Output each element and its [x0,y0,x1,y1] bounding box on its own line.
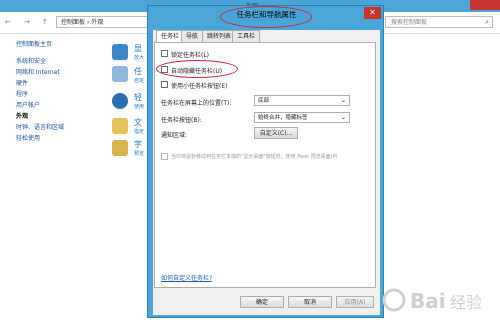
search-input[interactable]: 搜索控制面板 ⌕ [385,16,493,28]
tab-jump-lists[interactable]: 跳转列表 [202,30,237,42]
taskbar-buttons-label: 任务栏按钮(B): [161,117,202,124]
category-title-folder[interactable]: 文 [134,117,142,128]
tab-toolbars[interactable]: 工具栏 [232,30,261,42]
category-sub-display[interactable]: 放大 [134,54,144,61]
lock-taskbar-checkbox[interactable] [161,50,168,57]
nav-item-system[interactable]: 系统和安全 [16,57,106,67]
nav-item-ease-of-access[interactable]: 轻松使用 [16,134,106,144]
nav-item-users[interactable]: 用户帐户 [16,101,106,111]
window-close-button[interactable] [470,0,500,10]
category-title-display[interactable]: 显 [134,43,142,54]
forward-arrow-icon[interactable]: → [24,18,30,26]
taskbar-buttons-select[interactable]: 始终合并，隐藏标签 ⌄ [254,112,350,123]
close-icon[interactable]: ✕ [364,7,381,19]
nav-item-hardware[interactable]: 硬件 [16,79,106,89]
lock-taskbar-label[interactable]: 锁定任务栏(L) [171,50,209,59]
chevron-down-icon: ⌄ [340,114,346,121]
small-buttons-checkbox[interactable] [161,81,168,88]
ease-of-access-icon[interactable] [112,93,128,109]
title-highlight-ellipse [220,6,312,28]
category-sub-fonts[interactable]: 预览 [134,150,144,157]
tab-navigation[interactable]: 导航 [181,30,204,42]
notification-area-label: 通知区域: [161,132,188,139]
category-sub-ease[interactable]: 使用 [134,103,144,110]
location-label: 任务栏在屏幕上的位置(T): [161,100,232,107]
peek-checkbox[interactable] [161,153,168,160]
nav-item-appearance[interactable]: 外观 [16,112,106,122]
baidu-jingyan-watermark: Bai 经验 [382,288,482,313]
taskbar-icon[interactable] [112,66,128,82]
back-arrow-icon[interactable]: ← [5,18,11,26]
auto-hide-highlight-ellipse [156,60,238,78]
category-title-fonts[interactable]: 字 [134,139,142,150]
customize-button[interactable]: 自定义(C)... [254,127,298,139]
up-arrow-icon[interactable]: ↑ [42,18,48,26]
category-sub-folder[interactable]: 指定 [134,128,144,135]
search-placeholder: 搜索控制面板 [391,19,428,26]
breadcrumb[interactable]: 控制面板 › 外观 [56,16,151,28]
svg-text:Bai: Bai [410,289,446,313]
search-icon: ⌕ [485,18,489,26]
apply-button[interactable]: 应用(A) [336,296,374,308]
ok-button[interactable]: 确定 [240,296,284,308]
peek-label: 当你将鼠标移动到任务栏末端的"显示桌面"按钮时，使用 Peek 预览桌面(P) [171,154,338,160]
cancel-button[interactable]: 取消 [288,296,332,308]
nav-item-home[interactable]: 控制面板主页 [16,40,106,50]
category-title-ease[interactable]: 轻 [134,92,142,103]
fonts-icon[interactable] [112,140,128,156]
help-link[interactable]: 如何自定义任务栏? [161,273,212,282]
folder-options-icon[interactable] [112,118,128,134]
category-title-taskbar[interactable]: 任 [134,66,142,77]
tab-panel [154,42,376,288]
svg-text:经验: 经验 [450,293,482,312]
nav-item-clock-region[interactable]: 时钟、语言和区域 [16,123,106,133]
category-sub-taskbar[interactable]: 自定 [134,77,144,84]
taskbar-buttons-value: 始终合并，隐藏标签 [258,115,308,121]
small-buttons-label[interactable]: 使用小任务栏按钮(E) [171,81,227,90]
location-select[interactable]: 底部 ⌄ [254,95,350,106]
nav-item-programs[interactable]: 程序 [16,90,106,100]
left-nav: 控制面板主页 系统和安全 网络和 Internet 硬件 程序 用户帐户 外观 … [16,40,106,145]
nav-item-network[interactable]: 网络和 Internet [16,68,106,78]
display-icon[interactable] [112,44,128,60]
chevron-down-icon: ⌄ [340,97,346,104]
location-value: 底部 [258,98,270,104]
